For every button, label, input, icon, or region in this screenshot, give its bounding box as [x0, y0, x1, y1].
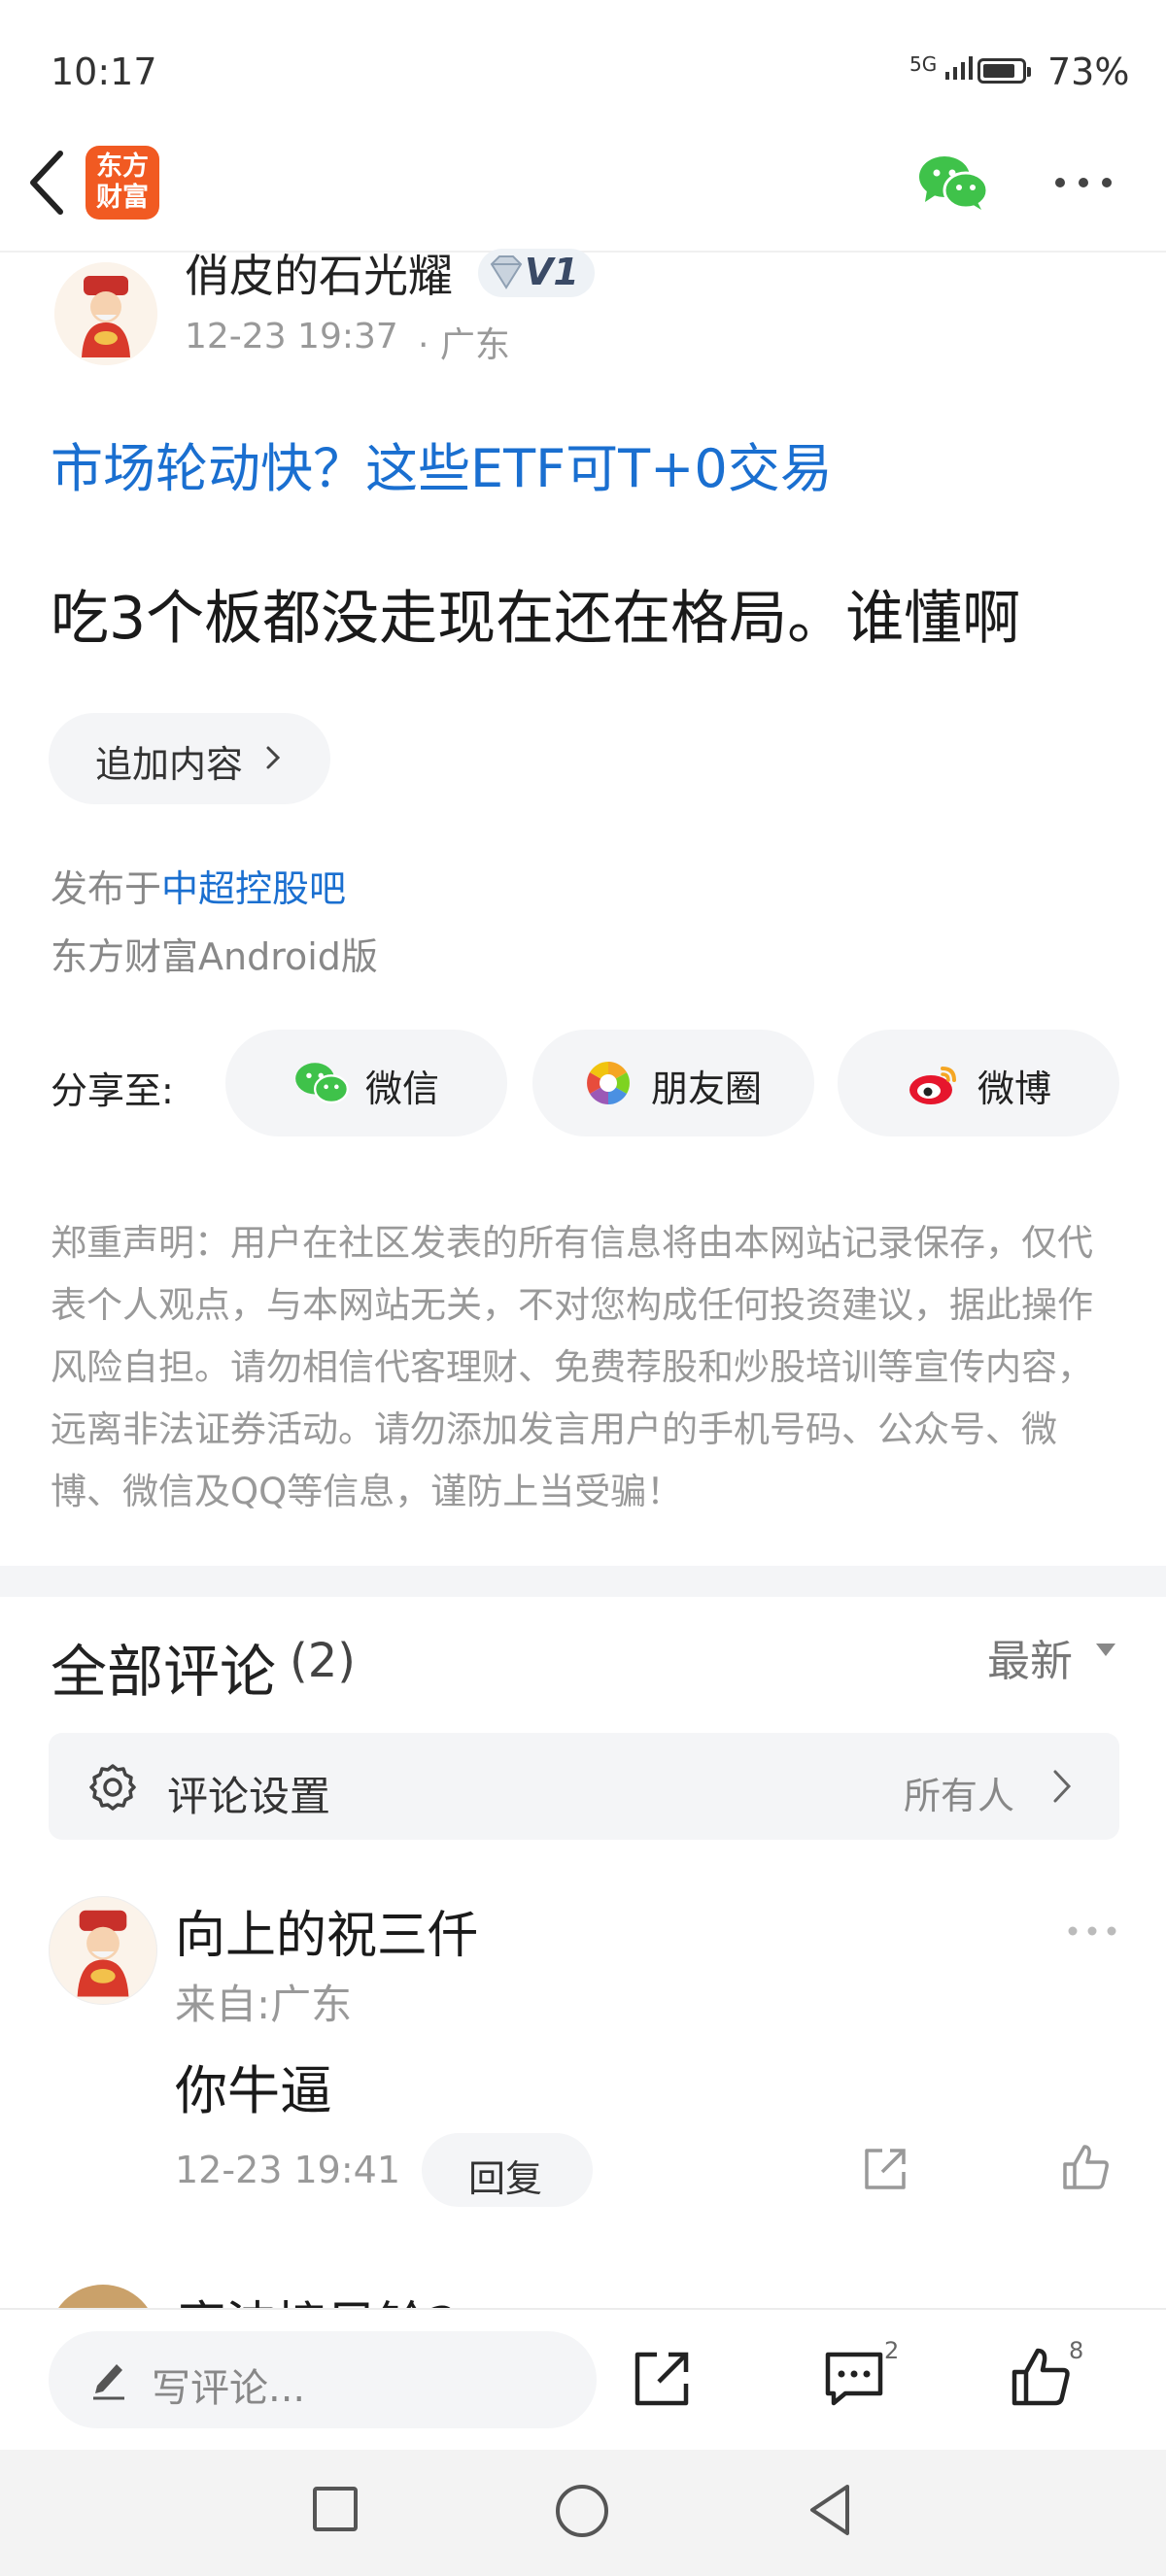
signal-bars-icon: [944, 56, 973, 80]
sort-dropdown[interactable]: 最新: [987, 1626, 1073, 1688]
comment-count: 2: [884, 2337, 900, 2364]
network-type: 5G: [909, 52, 938, 76]
vip-level: V1: [525, 251, 579, 293]
caret-down-icon[interactable]: [1096, 1644, 1115, 1656]
diamond-icon: [490, 255, 523, 289]
share-wechat-label: 微信: [365, 1068, 440, 1110]
share-weibo-label: 微博: [977, 1068, 1052, 1110]
app-logo[interactable]: 东方 财富: [86, 146, 159, 220]
comment-time: 12-23 19:41: [175, 2149, 401, 2191]
comments-count: (2): [290, 1634, 356, 1688]
reply-label: 回复: [468, 2157, 543, 2200]
comment-location: 来自:广东: [175, 1981, 353, 2028]
published-in: 发布于中超控股吧: [51, 867, 347, 910]
back-triangle-icon[interactable]: [805, 2481, 855, 2539]
share-icon[interactable]: [632, 2349, 692, 2409]
author-name[interactable]: 俏皮的石光耀: [185, 241, 453, 305]
author-avatar[interactable]: [54, 262, 157, 365]
like-count: 8: [1069, 2337, 1084, 2364]
post-date: 12-23 19:37: [185, 317, 398, 356]
write-comment-placeholder: 写评论...: [152, 2366, 306, 2411]
moments-icon: [587, 1062, 630, 1104]
comments-title: 全部评论: [51, 1639, 277, 1705]
back-arrow-icon[interactable]: [23, 146, 72, 220]
wechat-share-icon[interactable]: [917, 153, 989, 212]
add-content-label: 追加内容: [95, 743, 244, 786]
weibo-icon: [909, 1067, 956, 1104]
gear-icon: [89, 1764, 136, 1811]
commenter-avatar[interactable]: [49, 1896, 157, 2005]
section-divider: [0, 1566, 1166, 1597]
thumbs-up-icon[interactable]: [1059, 2141, 1112, 2193]
share-weibo-button[interactable]: 微博: [838, 1030, 1119, 1136]
promo-link[interactable]: 市场轮动快？这些ETF可T+0交易: [51, 425, 833, 502]
post-content: 吃3个板都没走现在还在格局。谁懂啊: [51, 585, 1021, 653]
commenter-name[interactable]: 向上的祝三仟: [175, 1894, 478, 1967]
comment-more-icon[interactable]: [1067, 1925, 1117, 1937]
share-icon[interactable]: [861, 2145, 909, 2193]
pencil-icon: [93, 2364, 124, 2400]
god-of-wealth-avatar-icon: [49, 1896, 157, 2005]
home-button[interactable]: [556, 2485, 608, 2537]
chevron-right-icon: [266, 746, 281, 769]
wechat-icon: [295, 1063, 349, 1104]
thumbs-up-icon[interactable]: [1009, 2345, 1073, 2409]
share-moments-label: 朋友圈: [651, 1068, 763, 1110]
recent-apps-button[interactable]: [313, 2487, 358, 2531]
share-label: 分享至:: [51, 1069, 174, 1112]
share-moments-button[interactable]: 朋友圈: [532, 1030, 814, 1136]
chevron-right-icon: [1053, 1770, 1072, 1803]
more-options-icon[interactable]: [1054, 177, 1113, 188]
god-of-wealth-avatar-icon: [54, 262, 157, 365]
write-comment-input[interactable]: [49, 2331, 597, 2428]
battery-percent: 73%: [1047, 51, 1130, 93]
comment-text: 你牛逼: [175, 2060, 332, 2121]
comment-settings-value: 所有人: [904, 1775, 1015, 1817]
status-time: 10:17: [51, 51, 157, 93]
signal-icon: 5G: [909, 54, 978, 80]
comment-settings-label: 评论设置: [167, 1773, 331, 1820]
disclaimer-text: 郑重声明：用户在社区发表的所有信息将由本网站记录保存，仅代表个人观点，与本网站无…: [51, 1222, 1093, 1512]
battery-icon: [977, 58, 1031, 84]
comment-icon[interactable]: [822, 2349, 886, 2409]
share-wechat-button[interactable]: 微信: [225, 1030, 507, 1136]
stock-bar-link[interactable]: 中超控股吧: [161, 867, 346, 910]
client-source: 东方财富Android版: [51, 935, 378, 978]
post-location: · 广东: [418, 325, 510, 365]
